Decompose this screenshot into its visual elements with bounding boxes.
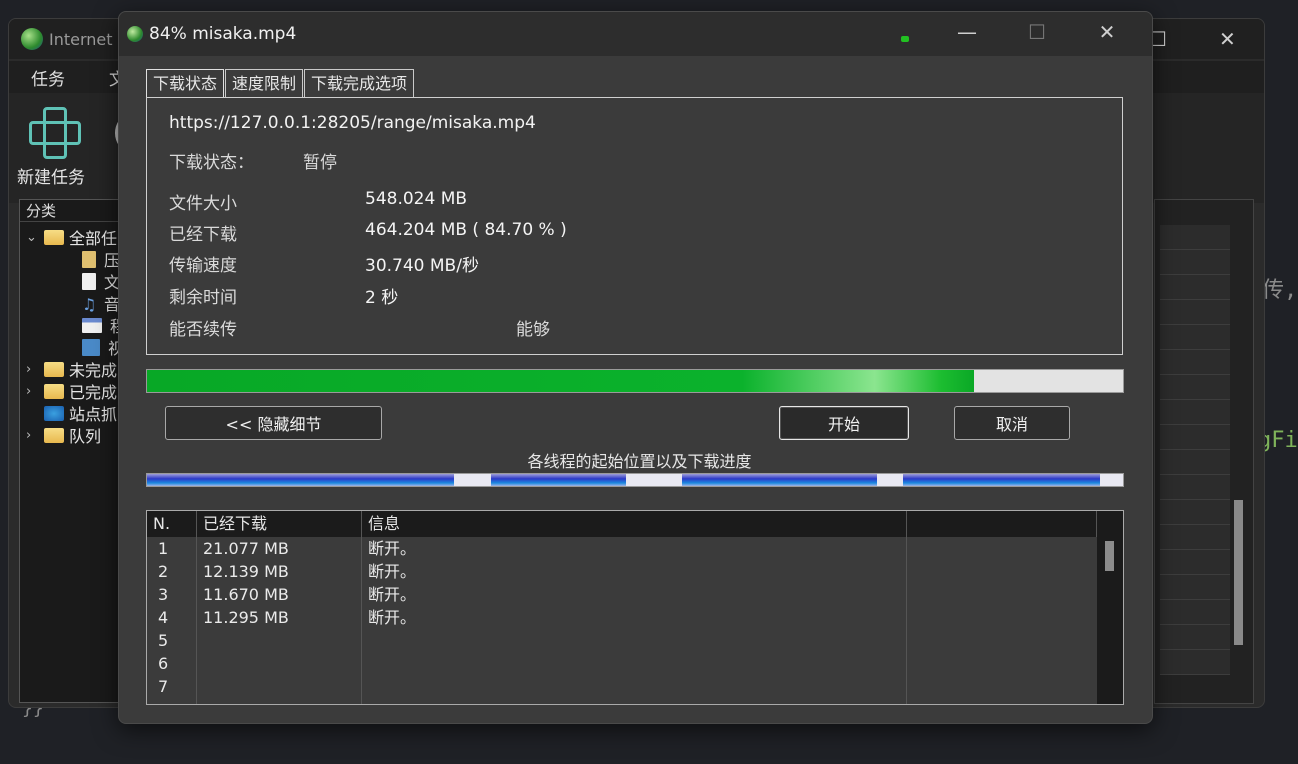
folder-check-icon: [44, 383, 64, 399]
app-logo-icon: [127, 26, 143, 42]
thread-info: 断开。: [368, 608, 417, 627]
start-button[interactable]: 开始: [779, 406, 909, 440]
close-icon[interactable]: ✕: [1219, 27, 1236, 51]
video-icon: [82, 338, 100, 356]
download-url: https://127.0.0.1:28205/range/misaka.mp4: [169, 113, 536, 133]
table-header: N. 已经下载 信息: [147, 511, 1123, 537]
tree-item-unfinished[interactable]: › 未完成: [26, 358, 117, 380]
time-left-label: 剩余时间: [169, 288, 237, 308]
thread-number: 4: [158, 608, 169, 627]
tree-item-queues[interactable]: › 队列: [26, 424, 101, 446]
chevron-down-icon[interactable]: ⌄: [26, 230, 40, 245]
table-row[interactable]: 5: [147, 629, 1097, 652]
scrollbar[interactable]: [1234, 500, 1243, 645]
thread-number: 2: [158, 562, 169, 581]
maximize-icon: ☐: [1028, 20, 1046, 44]
download-progress-dialog: 84% misaka.mp4 — ☐ ✕ 下载状态 速度限制 下载完成选项 ht…: [118, 11, 1153, 724]
hide-details-button[interactable]: << 隐藏细节: [165, 406, 382, 440]
thread-segment: [903, 474, 1100, 486]
add-icon[interactable]: [29, 107, 81, 159]
tree-item-all[interactable]: ⌄ 全部任: [26, 226, 117, 248]
browser-icon: [44, 405, 64, 421]
cancel-button[interactable]: 取消: [954, 406, 1070, 440]
thread-downloaded: 11.670 MB: [203, 585, 289, 604]
chevron-right-icon[interactable]: ›: [26, 384, 40, 399]
tree-item-music[interactable]: ♫ 音: [82, 292, 120, 315]
folder-icon: [44, 229, 64, 245]
close-icon[interactable]: ✕: [1087, 20, 1127, 44]
dialog-title: 84% misaka.mp4: [149, 24, 297, 44]
file-size-value: 548.024 MB: [365, 189, 468, 209]
folder-icon: [44, 427, 64, 443]
time-left-value: 2 秒: [365, 288, 399, 308]
thread-segment: [147, 474, 455, 486]
thread-downloaded: 12.139 MB: [203, 562, 289, 581]
table-row[interactable]: 7: [147, 675, 1097, 698]
threads-progress-label: 各线程的起始位置以及下载进度: [527, 452, 752, 471]
tree-item-compressed[interactable]: 压: [82, 248, 120, 270]
threads-table: N. 已经下载 信息 1 21.077 MB 断开。 2 12.139 MB 断开。 3 11…: [146, 510, 1124, 705]
thread-info: 断开。: [368, 562, 417, 581]
folder-download-icon: [44, 361, 64, 377]
thread-segment: [490, 474, 627, 486]
chevron-right-icon[interactable]: ›: [26, 362, 40, 377]
progress-fill: [147, 370, 974, 392]
resume-capability-label: 能否续传: [169, 320, 237, 340]
program-icon: [82, 317, 102, 333]
download-info-panel: https://127.0.0.1:28205/range/misaka.mp4…: [146, 97, 1123, 355]
app-logo-icon: [21, 28, 43, 50]
thread-info: 断开。: [368, 539, 417, 558]
column-header-extra[interactable]: [907, 511, 1097, 537]
thread-number: 5: [158, 631, 169, 650]
thread-number: 1: [158, 539, 169, 558]
tab-speed-limit[interactable]: 速度限制: [225, 69, 304, 97]
thread-downloaded: 21.077 MB: [203, 539, 289, 558]
scrollbar-thumb[interactable]: [1105, 541, 1114, 571]
thread-number: 3: [158, 585, 169, 604]
tree-item-site-grabber[interactable]: 站点抓: [44, 402, 117, 424]
table-scrollbar[interactable]: [1097, 537, 1123, 704]
tree-item-documents[interactable]: 文: [82, 270, 120, 292]
dialog-title-bar: 84% misaka.mp4 — ☐ ✕: [119, 12, 1152, 56]
editor-text-fragment: 传,: [1262, 278, 1298, 303]
thread-progress-bar: [146, 473, 1124, 487]
new-task-button[interactable]: 新建任务: [17, 163, 85, 188]
tree-item-finished[interactable]: › 已完成: [26, 380, 117, 402]
download-list-rows: [1160, 225, 1230, 675]
transfer-speed-value: 30.740 MB/秒: [365, 256, 479, 276]
table-row[interactable]: 6: [147, 652, 1097, 675]
table-row[interactable]: 3 11.670 MB 断开。: [147, 583, 1097, 606]
tab-download-status[interactable]: 下载状态: [146, 69, 225, 99]
download-progress-bar: [146, 369, 1124, 393]
table-row[interactable]: 2 12.139 MB 断开。: [147, 560, 1097, 583]
column-header-info[interactable]: 信息: [362, 511, 907, 537]
status-label: 下载状态：: [169, 153, 254, 173]
minimize-icon[interactable]: —: [947, 20, 987, 44]
thread-info: 断开。: [368, 585, 417, 604]
tab-completion-options[interactable]: 下载完成选项: [304, 69, 415, 97]
transfer-speed-label: 传输速度: [169, 256, 237, 276]
music-icon: ♫: [82, 294, 97, 314]
thread-downloaded: 11.295 MB: [203, 608, 289, 627]
resume-capability-value: 能够: [516, 320, 550, 340]
dialog-tabs: 下载状态 速度限制 下载完成选项: [146, 69, 415, 99]
downloaded-value: 464.204 MB ( 84.70 % ): [365, 220, 567, 240]
menu-item-tasks[interactable]: 任务: [31, 65, 65, 90]
downloaded-label: 已经下载: [169, 225, 237, 245]
thread-number: 7: [158, 677, 169, 696]
chevron-right-icon[interactable]: ›: [26, 428, 40, 443]
document-icon: [82, 272, 96, 290]
download-list-panel: [1154, 199, 1254, 704]
file-size-label: 文件大小: [169, 194, 237, 214]
column-header-number[interactable]: N.: [147, 511, 197, 537]
cursor-icon: [901, 36, 909, 42]
status-value: 暂停: [303, 153, 337, 173]
thread-number: 6: [158, 654, 169, 673]
thread-segment: [681, 474, 878, 486]
table-row[interactable]: 4 11.295 MB 断开。: [147, 606, 1097, 629]
archive-icon: [82, 250, 96, 268]
column-header-downloaded[interactable]: 已经下载: [197, 511, 362, 537]
table-row[interactable]: 1 21.077 MB 断开。: [147, 537, 1097, 560]
